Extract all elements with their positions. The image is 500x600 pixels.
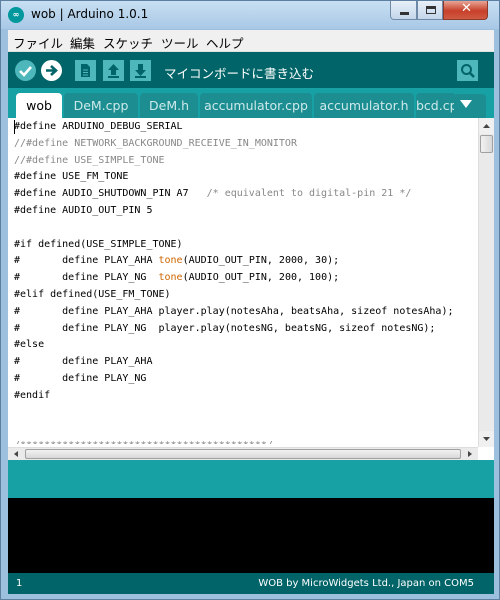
open-button[interactable] — [103, 60, 124, 81]
window-title: wob | Arduino 1.0.1 — [31, 7, 149, 21]
scroll-right-button[interactable] — [462, 448, 478, 460]
open-icon — [108, 64, 119, 78]
tab-accumulator-cpp[interactable]: accumulator.cpp — [200, 93, 312, 118]
scroll-up-icon — [483, 124, 490, 128]
code-line: #if defined(USE_SIMPLE_TONE) — [14, 238, 183, 250]
tab-menu-button[interactable] — [454, 94, 486, 118]
arduino-window: ∞ wob | Arduino 1.0.1 ✕ ファイル 編集 スケッチ ツール… — [0, 0, 500, 600]
serial-monitor-icon — [461, 64, 475, 78]
code-line: # define PLAY_NG player.play(notesNG, be… — [14, 322, 436, 334]
maximize-icon — [426, 6, 436, 14]
minimize-icon — [400, 12, 409, 15]
message-area — [8, 460, 494, 498]
code-line: #define USE_FM_TONE — [14, 171, 129, 183]
code-line: # define PLAY_NG — [14, 372, 147, 384]
tab-wob[interactable]: wob — [16, 93, 62, 118]
horizontal-scroll-thumb[interactable] — [25, 449, 461, 459]
code-line: #define ARDUINO_DEBUG_SERIAL — [14, 121, 183, 132]
code-line: # define PLAY_AHA player.play(notesAha, … — [14, 305, 454, 317]
menu-sketch[interactable]: スケッチ — [103, 33, 153, 52]
tab-dem-h[interactable]: DeM.h — [140, 93, 198, 118]
code-line: #else — [14, 339, 45, 351]
new-icon — [81, 64, 90, 77]
maximize-button[interactable] — [417, 1, 443, 20]
toolbar-hint-label: マイコンボードに書き込む — [164, 66, 315, 81]
tab-bcd-cpp[interactable]: bcd.cp — [416, 93, 456, 118]
menu-edit[interactable]: 編集 — [70, 33, 95, 52]
menu-file[interactable]: ファイル — [13, 33, 63, 52]
scroll-left-icon — [14, 451, 18, 457]
tab-dem-cpp[interactable]: DeM.cpp — [64, 93, 138, 118]
arduino-app-icon: ∞ — [8, 7, 24, 23]
menu-tools[interactable]: ツール — [161, 33, 199, 52]
code-line: #define AUDIO_SHUTDOWN_PIN A7 /* equival… — [14, 188, 412, 200]
scroll-right-icon — [468, 451, 472, 457]
upload-button[interactable] — [41, 60, 62, 81]
scroll-up-button[interactable] — [479, 118, 494, 134]
scroll-down-icon — [483, 437, 490, 441]
scroll-down-button[interactable] — [479, 431, 494, 447]
tab-strip: wob DeM.cpp DeM.h accumulator.cpp accumu… — [8, 88, 494, 118]
verify-icon — [19, 66, 32, 77]
close-button[interactable]: ✕ — [443, 1, 488, 20]
code-line: #endif — [14, 389, 51, 401]
toolbar: マイコンボードに書き込む — [8, 52, 494, 88]
upload-icon — [46, 65, 58, 76]
code-line: # define PLAY_NG tone(AUDIO_OUT_PIN, 200… — [14, 272, 340, 284]
save-icon — [135, 64, 146, 78]
new-button[interactable] — [75, 60, 96, 81]
menu-bar: ファイル 編集 スケッチ ツール ヘルプ — [8, 30, 494, 52]
close-icon: ✕ — [461, 1, 472, 16]
horizontal-scrollbar[interactable] — [8, 447, 478, 460]
minimize-button[interactable] — [390, 1, 417, 20]
tab-accumulator-h[interactable]: accumulator.h — [314, 93, 414, 118]
code-text[interactable]: #define ARDUINO_DEBUG_SERIAL //#define NE… — [14, 119, 476, 444]
save-button[interactable] — [130, 60, 151, 81]
vertical-scrollbar[interactable] — [478, 118, 494, 447]
serial-monitor-button[interactable] — [457, 60, 478, 81]
code-line: #define AUDIO_OUT_PIN 5 — [14, 204, 153, 216]
menu-help[interactable]: ヘルプ — [206, 33, 244, 52]
triangle-down-icon — [460, 100, 472, 108]
title-bar[interactable]: ∞ wob | Arduino 1.0.1 ✕ — [1, 1, 499, 29]
verify-button[interactable] — [15, 60, 36, 81]
code-editor[interactable]: #define ARDUINO_DEBUG_SERIAL //#define NE… — [8, 118, 494, 460]
code-line: # define PLAY_AHA tone(AUDIO_OUT_PIN, 20… — [14, 255, 340, 267]
code-line: //#define USE_SIMPLE_TONE — [14, 154, 165, 166]
code-line: #elif defined(USE_FM_TONE) — [14, 288, 171, 300]
code-line: /***************************************… — [14, 438, 476, 444]
board-port-label: WOB by MicroWidgets Ltd., Japan on COM5 — [258, 578, 474, 589]
text-caret — [14, 120, 15, 134]
vertical-scroll-thumb[interactable] — [480, 135, 493, 153]
status-bar: 1 WOB by MicroWidgets Ltd., Japan on COM… — [8, 573, 494, 594]
code-line: //#define NETWORK_BACKGROUND_RECEIVE_IN_… — [14, 137, 297, 149]
scroll-left-button[interactable] — [8, 448, 24, 460]
code-line: # define PLAY_AHA — [14, 356, 153, 368]
line-number: 1 — [16, 578, 23, 589]
console-output[interactable] — [8, 498, 494, 573]
